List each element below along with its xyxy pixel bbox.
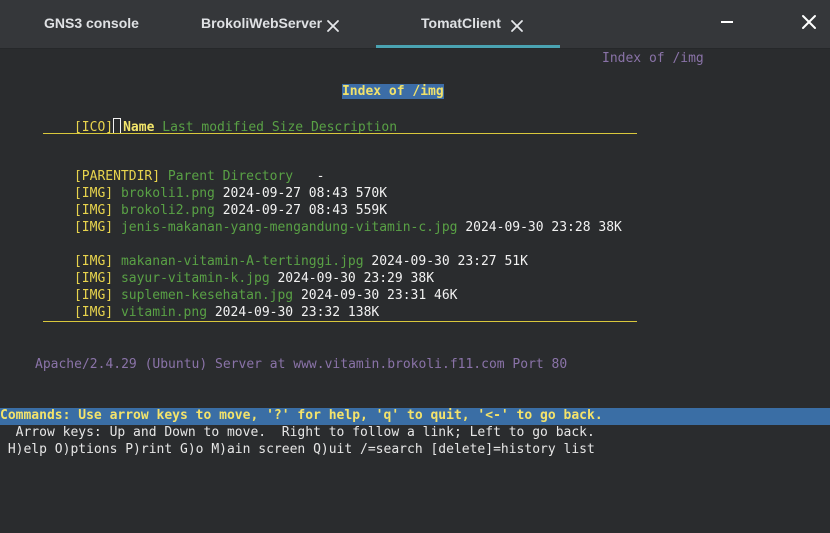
file-date: 2024-09-30 23:28 xyxy=(465,220,591,235)
divider-top xyxy=(43,133,637,134)
list-item: [IMG] brokoli2.png 2024-09-27 08:43 559K xyxy=(27,187,387,218)
help-line-2: H)elp O)ptions P)rint G)o M)ain screen Q… xyxy=(0,442,595,457)
status-line: Commands: Use arrow keys to move, '?' fo… xyxy=(0,408,603,423)
page-title-text: Index of /img xyxy=(341,84,444,99)
page-title: Index of /img xyxy=(295,68,444,99)
terminal-content[interactable]: Index of /img Index of /img [ICO] Name La… xyxy=(0,49,830,533)
list-item: [IMG] vitamin.png 2024-09-30 23:32 138K xyxy=(27,289,379,320)
corner-title: Index of /img xyxy=(602,51,704,66)
file-size: 38K xyxy=(598,220,622,235)
file-link[interactable]: vitamin.png xyxy=(121,305,207,320)
window-close-button[interactable] xyxy=(798,12,820,34)
file-link[interactable]: jenis-makanan-yang-mengandung-vitamin-c.… xyxy=(121,220,458,235)
list-item: [IMG] jenis-makanan-yang-mengandung-vita… xyxy=(27,204,622,235)
file-size: 138K xyxy=(347,305,380,320)
minimize-icon xyxy=(721,21,733,23)
list-item: [IMG] brokoli1.png 2024-09-27 08:43 570K xyxy=(27,170,387,201)
list-item: [IMG] sayur-vitamin-k.jpg 2024-09-30 23:… xyxy=(27,255,434,286)
close-icon[interactable] xyxy=(326,19,340,33)
list-item: [IMG] makanan-vitamin-A-tertinggi.jpg 20… xyxy=(27,238,528,269)
tab-tomat-client[interactable]: TomatClient xyxy=(421,0,551,48)
divider-bottom xyxy=(43,321,637,322)
help-line-1: Arrow keys: Up and Down to move. Right t… xyxy=(0,425,595,440)
file-tag: [IMG] xyxy=(73,220,114,235)
terminal-window: GNS3 console BrokoliWebServer TomatClien… xyxy=(0,0,830,533)
list-item-parent: [PARENTDIR] Parent Directory - xyxy=(27,153,324,184)
cursor xyxy=(113,118,122,134)
minimize-button[interactable] xyxy=(716,12,738,34)
list-item: [IMG] suplemen-kesehatan.jpg 2024-09-30 … xyxy=(27,272,458,303)
tab-label: TomatClient xyxy=(421,15,501,31)
active-tab-indicator xyxy=(376,45,560,48)
server-signature: Apache/2.4.29 (Ubuntu) Server at www.vit… xyxy=(35,357,568,372)
tab-bar: GNS3 console BrokoliWebServer TomatClien… xyxy=(0,0,830,49)
table-header: [ICO] Name Last modified Size Description xyxy=(27,102,397,135)
file-size: 51K xyxy=(504,254,528,269)
file-tag: [IMG] xyxy=(73,305,114,320)
tab-brokoli-web-server[interactable]: BrokoliWebServer xyxy=(201,0,361,48)
tab-gns3-console[interactable]: GNS3 console xyxy=(44,0,164,48)
file-date: 2024-09-30 23:32 xyxy=(214,305,341,320)
tab-label: GNS3 console xyxy=(44,15,139,31)
close-icon xyxy=(802,15,816,29)
tab-label: BrokoliWebServer xyxy=(201,15,323,31)
file-size: 46K xyxy=(434,288,458,303)
close-icon[interactable] xyxy=(510,19,524,33)
